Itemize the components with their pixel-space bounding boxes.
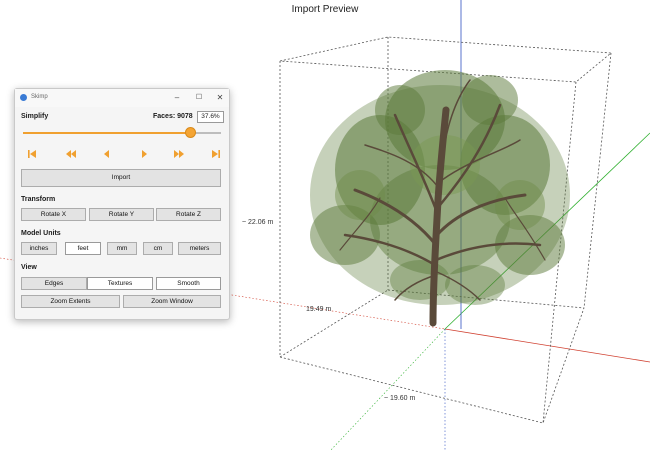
rotate-z-button[interactable]: Rotate Z (156, 208, 221, 221)
unit-mm-button[interactable]: mm (107, 242, 137, 255)
smooth-button[interactable]: Smooth (156, 277, 221, 290)
skimp-window: Skimp – ☐ ✕ Simplify Faces: 9078 37.6% I… (14, 88, 230, 320)
unit-inches-button[interactable]: inches (21, 242, 57, 255)
width-dimension-label: ~ 19.60 m (384, 395, 416, 402)
simplify-slider-fill (23, 132, 191, 134)
transform-label: Transform (21, 196, 56, 203)
rotate-x-button[interactable]: Rotate X (21, 208, 86, 221)
height-dimension-label: ~ 22.06 m (242, 219, 274, 226)
simplify-slider[interactable] (23, 127, 221, 138)
maximize-button[interactable]: ☐ (192, 92, 206, 104)
window-title: Skimp (31, 94, 48, 100)
window-titlebar[interactable]: Skimp – ☐ ✕ (15, 89, 229, 107)
tree-model (310, 70, 570, 327)
unit-meters-button[interactable]: meters (178, 242, 221, 255)
green-axis-negative (329, 328, 446, 451)
red-axis (444, 328, 650, 363)
view-label: View (21, 264, 37, 271)
edges-button[interactable]: Edges (21, 277, 87, 290)
simplify-percent-input[interactable]: 37.6% (197, 111, 224, 123)
skip-to-start-icon[interactable] (25, 147, 39, 161)
depth-dimension-label: 19.49 m (306, 306, 332, 313)
skip-to-end-icon[interactable] (209, 147, 223, 161)
viewport-title: Import Preview (291, 4, 359, 15)
minimize-button[interactable]: – (170, 92, 184, 104)
unit-feet-button[interactable]: feet (65, 242, 101, 255)
import-button[interactable]: Import (21, 169, 221, 187)
textures-button[interactable]: Textures (87, 277, 153, 290)
play-icon[interactable] (137, 147, 151, 161)
unit-cm-button[interactable]: cm (143, 242, 173, 255)
rewind-icon[interactable] (64, 147, 78, 161)
simplify-slider-thumb[interactable] (184, 127, 196, 138)
skimp-app-icon (20, 94, 27, 101)
step-back-icon[interactable] (100, 147, 114, 161)
fast-forward-icon[interactable] (172, 147, 186, 161)
faces-count: Faces: 9078 (153, 113, 193, 120)
rotate-y-button[interactable]: Rotate Y (89, 208, 154, 221)
close-button[interactable]: ✕ (213, 92, 227, 104)
zoom-extents-button[interactable]: Zoom Extents (21, 295, 120, 308)
model-units-label: Model Units (21, 230, 61, 237)
zoom-window-button[interactable]: Zoom Window (123, 295, 221, 308)
simplify-label: Simplify (21, 113, 49, 120)
